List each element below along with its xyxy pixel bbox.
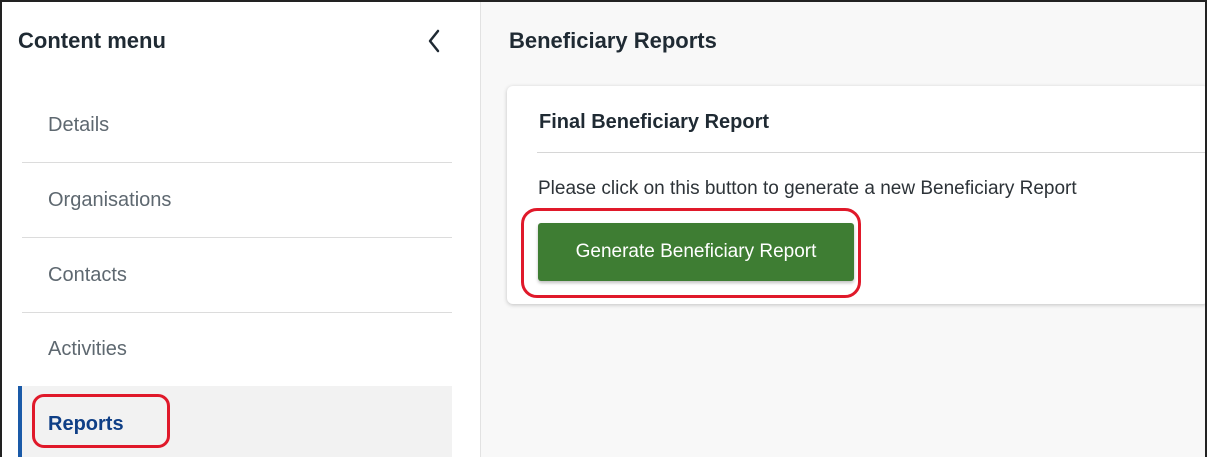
sidebar-title: Content menu bbox=[18, 28, 166, 53]
content-menu-sidebar: Content menu Details Organisations Conta… bbox=[2, 2, 481, 457]
sidebar-item-label: Activities bbox=[48, 338, 127, 360]
sidebar-item-contacts[interactable]: Contacts bbox=[22, 238, 452, 313]
chevron-left-icon[interactable] bbox=[420, 24, 450, 58]
card-divider bbox=[537, 152, 1205, 153]
sidebar-header: Content menu bbox=[2, 2, 480, 82]
sidebar-item-organisations[interactable]: Organisations bbox=[22, 163, 452, 238]
sidebar-item-activities[interactable]: Activities bbox=[22, 312, 452, 387]
card-description: Please click on this button to generate … bbox=[538, 178, 1077, 199]
sidebar-item-details[interactable]: Details bbox=[22, 88, 452, 163]
card-title: Final Beneficiary Report bbox=[539, 111, 770, 133]
sidebar-item-label: Organisations bbox=[48, 189, 172, 211]
app-frame: Content menu Details Organisations Conta… bbox=[0, 0, 1207, 457]
annotation-highlight-generate bbox=[521, 208, 861, 298]
sidebar-item-label: Contacts bbox=[48, 264, 127, 286]
annotation-highlight-reports bbox=[32, 394, 170, 448]
main-content: Beneficiary Reports Final Beneficiary Re… bbox=[481, 2, 1205, 457]
active-indicator bbox=[18, 386, 22, 457]
page-title: Beneficiary Reports bbox=[509, 28, 717, 53]
sidebar-item-label: Details bbox=[48, 114, 110, 136]
